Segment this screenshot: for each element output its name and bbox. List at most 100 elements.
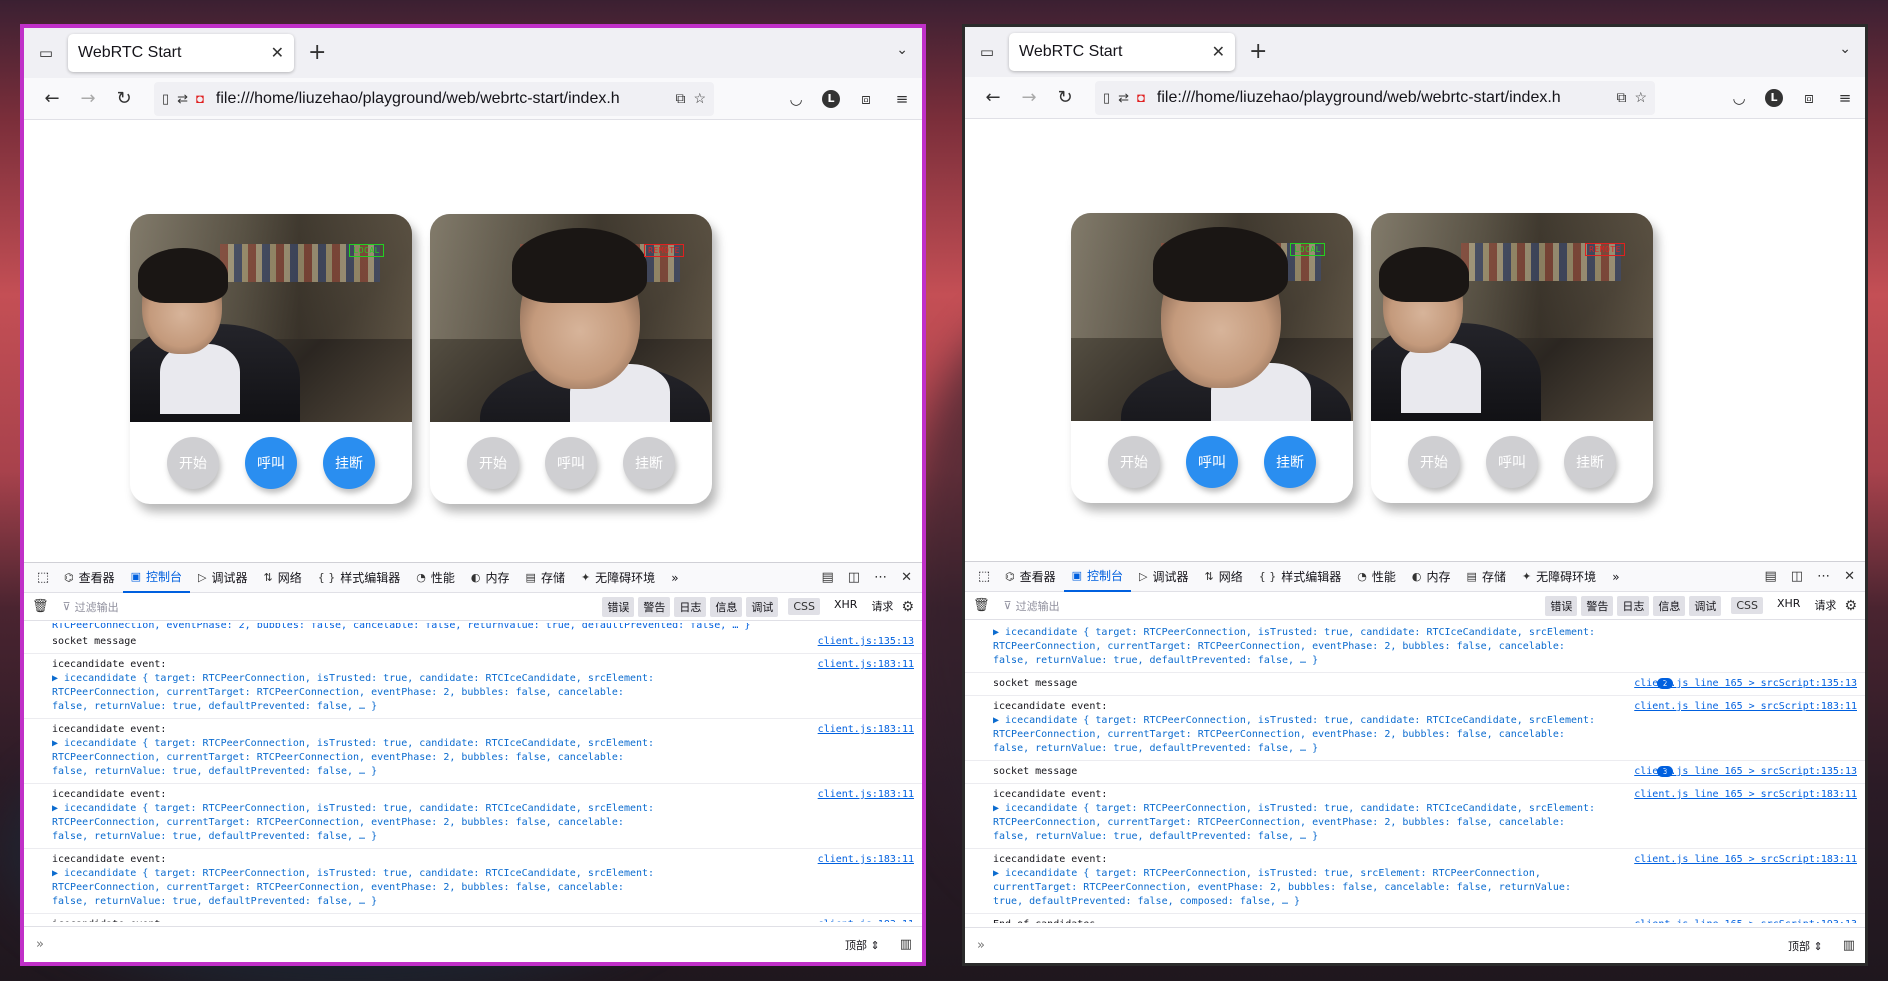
extensions-icon[interactable]: ⧈ (856, 90, 876, 108)
close-icon[interactable]: ✕ (1212, 42, 1225, 62)
back-arrow-icon[interactable]: ← (34, 88, 70, 109)
gear-icon[interactable]: ⚙ (1844, 598, 1857, 614)
pocket-icon[interactable]: ◡ (1729, 89, 1749, 107)
tab-memory[interactable]: ◐ 内存 (463, 563, 518, 593)
trash-icon[interactable]: 🗑 (973, 598, 990, 613)
bookmark-star-icon[interactable]: ☆ (693, 90, 706, 107)
menu-icon[interactable]: ≡ (1835, 89, 1855, 107)
close-icon[interactable]: ✕ (271, 43, 284, 63)
tab-accessibility[interactable]: ✦ 无障碍环境 (1514, 562, 1604, 592)
hangup-button[interactable]: 挂断 (323, 437, 375, 489)
call-button[interactable]: 呼叫 (1186, 436, 1238, 488)
request-filter-button[interactable]: CSS (788, 598, 820, 615)
log-level-button[interactable]: 调试 (1689, 595, 1722, 616)
more-options-icon[interactable]: ⋯ (1817, 569, 1830, 584)
permissions-icon[interactable]: ⇄ (177, 91, 188, 107)
start-button[interactable]: 开始 (467, 437, 519, 489)
split-icon[interactable]: ◫ (848, 570, 860, 585)
url-bar[interactable]: ▯ ⇄ ◘ file:///home/liuzehao/playground/w… (1095, 80, 1655, 115)
expandable-object[interactable]: ▶ icecandidate { target: RTCPeerConnecti… (52, 737, 914, 779)
tab-list-icon[interactable]: ▭ (973, 38, 1001, 66)
browser-tab[interactable]: WebRTC Start ✕ (1009, 33, 1235, 71)
tab-debugger[interactable]: ▷ 调试器 (1131, 562, 1196, 592)
element-picker-icon[interactable]: ⬚ (971, 569, 997, 584)
tab-storage[interactable]: ▤ 存储 (1459, 562, 1514, 592)
extensions-icon[interactable]: ⧈ (1799, 89, 1819, 107)
tab-accessibility[interactable]: ✦ 无障碍环境 (573, 563, 663, 593)
start-button[interactable]: 开始 (167, 437, 219, 489)
context-selector[interactable]: 顶部 ⇕ (1788, 938, 1823, 954)
source-link[interactable]: client.js line 165 > srcScript:135:13 (1634, 765, 1857, 779)
more-tabs-icon[interactable]: » (663, 563, 686, 593)
element-picker-icon[interactable]: ⬚ (30, 570, 56, 585)
source-link[interactable]: client.js line 165 > srcScript:183:11 (1634, 788, 1857, 802)
hangup-button[interactable]: 挂断 (1564, 436, 1616, 488)
editor-mode-icon[interactable]: ▥ (1843, 938, 1855, 953)
request-filter-button[interactable]: CSS (1731, 597, 1763, 614)
bookmark-star-icon[interactable]: ☆ (1634, 89, 1647, 106)
reload-icon[interactable]: ↻ (1047, 87, 1083, 108)
more-options-icon[interactable]: ⋯ (874, 570, 887, 585)
tab-debugger[interactable]: ▷ 调试器 (190, 563, 255, 593)
log-level-button[interactable]: 信息 (1653, 595, 1686, 616)
source-link[interactable]: client.js:183:11 (818, 658, 914, 672)
log-level-button[interactable]: 日志 (1617, 595, 1650, 616)
tab-network[interactable]: ⇅ 网络 (1197, 562, 1251, 592)
source-link[interactable]: client.js:183:11 (818, 723, 914, 737)
pocket-icon[interactable]: ◡ (786, 90, 806, 108)
back-arrow-icon[interactable]: ← (975, 87, 1011, 108)
new-tab-icon[interactable]: + (308, 42, 326, 64)
log-level-button[interactable]: 日志 (674, 596, 707, 617)
dock-icon[interactable]: ▤ (1765, 569, 1777, 584)
source-link[interactable]: client.js line 165 > srcScript:183:11 (1634, 853, 1857, 867)
request-filter-button[interactable]: 请求 (1814, 597, 1836, 614)
request-filter-button[interactable]: 请求 (871, 598, 893, 615)
hangup-button[interactable]: 挂断 (623, 437, 675, 489)
expandable-object[interactable]: ▶ icecandidate { target: RTCPeerConnecti… (993, 802, 1857, 844)
expandable-object[interactable]: ▶ icecandidate { target: RTCPeerConnecti… (52, 867, 914, 909)
source-link[interactable]: client.js line 165 > srcScript:193:13 (1634, 918, 1857, 923)
filter-input[interactable]: ⊽ 过滤输出 (63, 599, 603, 615)
permissions-icon[interactable]: ⇄ (1118, 90, 1129, 106)
source-link[interactable]: client.js:183:11 (818, 788, 914, 802)
source-link[interactable]: client.js:135:13 (818, 635, 914, 649)
forward-arrow-icon[interactable]: → (1011, 87, 1047, 108)
source-link[interactable]: client.js:183:11 (818, 918, 914, 922)
log-level-button[interactable]: 警告 (638, 596, 671, 617)
console-input[interactable]: » 顶部 ⇕ ▥ (965, 927, 1865, 963)
context-selector[interactable]: 顶部 ⇕ (845, 937, 880, 953)
tab-console[interactable]: ▣ 控制台 (1063, 562, 1132, 592)
start-button[interactable]: 开始 (1408, 436, 1460, 488)
tab-inspector[interactable]: ⌬ 查看器 (56, 563, 123, 593)
url-bar[interactable]: ▯ ⇄ ◘ file:///home/liuzehao/playground/w… (154, 81, 714, 116)
log-level-button[interactable]: 警告 (1581, 595, 1614, 616)
trash-icon[interactable]: 🗑 (32, 599, 49, 614)
tab-list-icon[interactable]: ▭ (32, 39, 60, 67)
tab-style-editor[interactable]: { } 样式编辑器 (310, 563, 409, 593)
close-icon[interactable]: ✕ (1844, 569, 1855, 584)
filter-input[interactable]: ⊽ 过滤输出 (1004, 598, 1546, 614)
expandable-object[interactable]: ▶ icecandidate { target: RTCPeerConnecti… (993, 626, 1857, 668)
request-filter-button[interactable]: XHR (1777, 597, 1800, 614)
source-link[interactable]: client.js line 165 > srcScript:183:11 (1634, 700, 1857, 714)
tab-storage[interactable]: ▤ 存储 (518, 563, 573, 593)
tab-inspector[interactable]: ⌬ 查看器 (997, 562, 1064, 592)
tab-performance[interactable]: ◔ 性能 (408, 563, 463, 593)
expandable-object[interactable]: ▶ icecandidate { target: RTCPeerConnecti… (993, 867, 1857, 909)
translate-icon[interactable]: ⧉ (1616, 89, 1626, 106)
dock-icon[interactable]: ▤ (822, 570, 834, 585)
tab-style-editor[interactable]: { } 样式编辑器 (1251, 562, 1350, 592)
expandable-object[interactable]: ▶ icecandidate { target: RTCPeerConnecti… (52, 672, 914, 714)
account-avatar[interactable]: L (1765, 88, 1783, 107)
log-level-button[interactable]: 错误 (1545, 595, 1578, 616)
account-avatar[interactable]: L (822, 89, 840, 108)
hangup-button[interactable]: 挂断 (1264, 436, 1316, 488)
tab-performance[interactable]: ◔ 性能 (1349, 562, 1404, 592)
more-tabs-icon[interactable]: » (1604, 562, 1627, 592)
chevron-down-icon[interactable]: ⌄ (896, 42, 908, 58)
camera-icon[interactable]: ◘ (1137, 90, 1145, 105)
request-filter-button[interactable]: XHR (834, 598, 857, 615)
log-level-button[interactable]: 错误 (602, 596, 635, 617)
tab-memory[interactable]: ◐ 内存 (1404, 562, 1459, 592)
source-link[interactable]: client.js:183:11 (818, 853, 914, 867)
